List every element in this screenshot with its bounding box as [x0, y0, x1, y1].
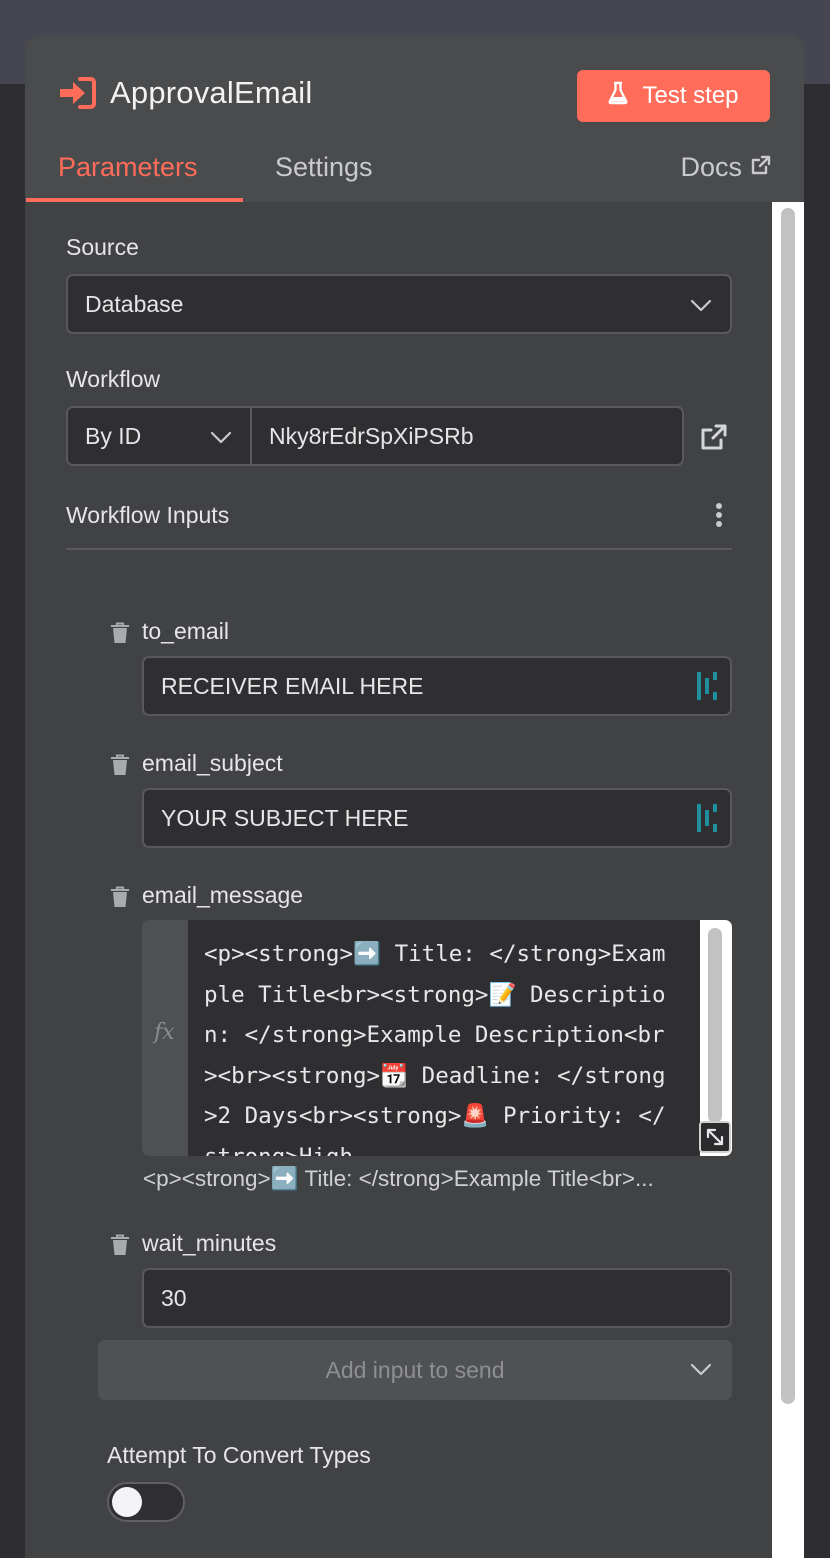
source-value: Database — [85, 290, 184, 317]
flask-icon — [608, 81, 628, 112]
to-email-value: RECEIVER EMAIL HERE — [161, 672, 424, 699]
code-line: >2 Days<br><strong>🚨 Priority: </ — [204, 1103, 666, 1129]
code-line: strong>High — [204, 1137, 700, 1157]
node-details-panel: ApprovalEmail Test step Parameters Setti… — [25, 36, 804, 1558]
to-email-input[interactable]: RECEIVER EMAIL HERE — [142, 656, 732, 716]
code-line: ple Title<br><strong>📝 Descriptio — [204, 981, 666, 1008]
code-line: ><br><strong>📆 Deadline: </strong — [204, 1062, 666, 1089]
vertical-dots-icon[interactable] — [715, 502, 723, 533]
docs-label: Docs — [680, 152, 742, 182]
code-scrollbar-thumb[interactable] — [708, 928, 722, 1123]
add-input-label: Add input to send — [325, 1356, 505, 1383]
node-title-row: ApprovalEmail — [58, 74, 312, 112]
chevron-down-icon — [210, 431, 232, 444]
email-subject-label: email_subject — [142, 750, 283, 776]
workflow-mode-select[interactable]: By ID — [66, 406, 252, 466]
mapping-bars-icon[interactable] — [696, 671, 720, 701]
email-message-code[interactable]: <p><strong>➡️ Title: </strong>Exam ple T… — [188, 920, 700, 1156]
trash-icon[interactable] — [110, 622, 130, 644]
email-subject-value: YOUR SUBJECT HERE — [161, 804, 409, 831]
wait-minutes-label: wait_minutes — [142, 1230, 277, 1256]
source-select[interactable]: Database — [66, 274, 732, 334]
source-label: Source — [66, 234, 139, 260]
resize-arrow-icon[interactable] — [699, 1121, 731, 1153]
wait-minutes-value: 30 — [161, 1284, 187, 1311]
email-subject-input[interactable]: YOUR SUBJECT HERE — [142, 788, 732, 848]
toggle-knob — [112, 1487, 142, 1517]
workflow-id-value: Nky8rEdrSpXiPSRb — [269, 422, 474, 449]
sign-in-arrow-icon — [58, 74, 96, 112]
mapping-bars-icon[interactable] — [696, 803, 720, 833]
email-message-label: email_message — [142, 882, 304, 908]
test-step-button[interactable]: Test step — [577, 70, 770, 122]
email-message-preview: <p><strong>➡️ Title: </strong>Example Ti… — [143, 1166, 654, 1191]
tab-bar: Parameters Settings Docs — [25, 140, 804, 202]
workflow-label: Workflow — [66, 366, 161, 392]
chevron-down-icon — [690, 299, 712, 312]
parameters-content: Source Database Workflow By ID Nky8rEdrS… — [25, 202, 804, 1558]
email-message-expression-editor[interactable]: fx <p><strong>➡️ Title: </strong>Exam pl… — [142, 920, 732, 1156]
fx-expression-icon: fx — [154, 1020, 175, 1045]
trash-icon[interactable] — [110, 1234, 130, 1256]
workflow-inputs-divider — [66, 548, 732, 550]
external-link-icon — [750, 152, 772, 183]
tab-parameters[interactable]: Parameters — [58, 152, 198, 183]
convert-types-label: Attempt To Convert Types — [107, 1442, 371, 1468]
code-line: n: </strong>Example Description<br — [204, 1022, 665, 1048]
panel-header: ApprovalEmail Test step Parameters Setti… — [25, 36, 804, 202]
trash-icon[interactable] — [110, 754, 130, 776]
wait-minutes-input[interactable]: 30 — [142, 1268, 732, 1328]
to-email-label: to_email — [142, 618, 229, 644]
add-input-to-send-select[interactable]: Add input to send — [98, 1340, 732, 1400]
open-workflow-external-link-icon[interactable] — [699, 422, 729, 457]
trash-icon[interactable] — [110, 886, 130, 908]
workflow-mode-value: By ID — [85, 422, 142, 449]
workflow-inputs-title: Workflow Inputs — [66, 502, 230, 528]
code-line: <p><strong>➡️ Title: </strong>Exam — [204, 941, 666, 967]
tab-settings[interactable]: Settings — [275, 152, 373, 183]
workflow-id-input[interactable]: Nky8rEdrSpXiPSRb — [250, 406, 684, 466]
test-step-label: Test step — [642, 82, 739, 109]
docs-link[interactable]: Docs — [680, 152, 772, 183]
chevron-down-icon — [690, 1363, 712, 1376]
convert-types-toggle[interactable] — [107, 1482, 185, 1522]
node-title[interactable]: ApprovalEmail — [110, 75, 312, 111]
panel-scrollbar-thumb[interactable] — [781, 208, 795, 1404]
